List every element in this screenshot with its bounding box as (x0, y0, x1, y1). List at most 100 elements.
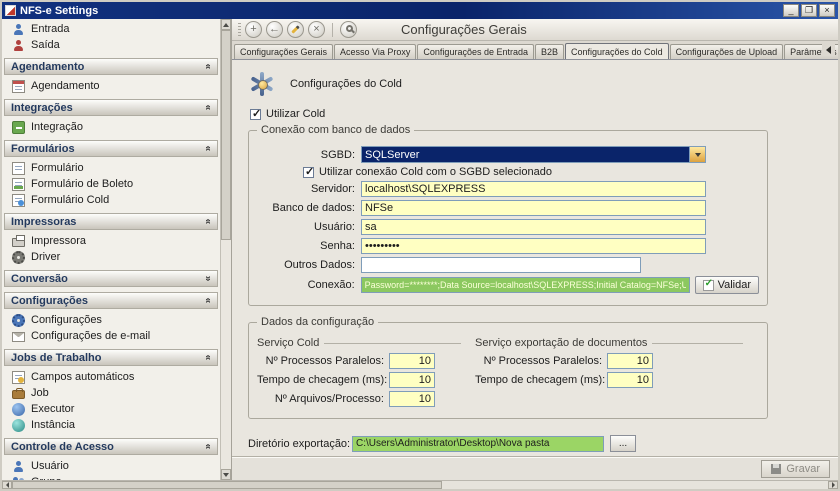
connection-group: Conexão com banco de dados SGBD: SQLServ… (248, 130, 768, 306)
edit-pencil-icon (291, 25, 299, 33)
outros-dados-input[interactable] (361, 257, 641, 273)
cancel-button[interactable]: × (308, 21, 325, 38)
scrollbar-track[interactable] (221, 30, 231, 469)
sidebar-item-configuracoes[interactable]: Configurações (2, 312, 220, 328)
cold-sgbd-checkbox-label: Utilizar conexão Cold com o SGBD selecio… (319, 166, 552, 178)
sidebar-item-saida[interactable]: Saída (2, 37, 220, 53)
cold-processos-label: Nº Processos Paralelos: (257, 355, 389, 367)
sidebar-section-agendamento[interactable]: Agendamento (4, 58, 218, 75)
add-button[interactable]: + (245, 21, 262, 38)
servidor-input[interactable] (361, 181, 706, 197)
sidebar-section-impressoras[interactable]: Impressoras (4, 213, 218, 230)
sidebar-item-driver[interactable]: Driver (2, 249, 220, 265)
utilizar-cold-checkbox[interactable] (250, 109, 261, 120)
senha-input[interactable] (361, 238, 706, 254)
tab-configuracoes-upload[interactable]: Configurações de Upload (670, 44, 784, 59)
config-data-group: Dados da configuração Serviço Cold Nº Pr… (248, 322, 768, 419)
hscrollbar-thumb[interactable] (12, 481, 442, 489)
tab-acesso-via-proxy[interactable]: Acesso Via Proxy (334, 44, 416, 59)
sidebar-item-executor[interactable]: Executor (2, 401, 220, 417)
chevron-up-icon (203, 444, 214, 450)
browse-button[interactable]: ... (610, 435, 636, 452)
tab-scroll-left-icon[interactable] (822, 44, 835, 56)
tab-configuracoes-gerais[interactable]: Configurações Gerais (234, 44, 333, 59)
sidebar-item-campos-automaticos[interactable]: Campos automáticos (2, 369, 220, 385)
sidebar-scrollbar[interactable] (220, 19, 231, 480)
chevron-up-icon (203, 219, 214, 225)
sidebar-item-configuracoes-email[interactable]: Configurações de e-mail (2, 328, 220, 344)
scroll-left-icon[interactable] (2, 481, 12, 489)
sidebar-item-usuario[interactable]: Usuário (2, 458, 220, 474)
back-button[interactable]: ← (266, 21, 283, 38)
section-title: Conversão (11, 273, 68, 285)
diretorio-input[interactable] (352, 436, 604, 452)
toolbar-grip[interactable] (238, 23, 241, 37)
scroll-up-icon[interactable] (221, 19, 231, 30)
sidebar-item-integracao[interactable]: Integração (2, 119, 220, 135)
sidebar-item-entrada[interactable]: Entrada (2, 21, 220, 37)
scrollbar-thumb[interactable] (221, 30, 231, 240)
section-title: Formulários (11, 143, 75, 155)
edit-button[interactable] (287, 21, 304, 38)
sgbd-combobox[interactable]: SQLServer (361, 146, 706, 163)
section-title: Impressoras (11, 216, 76, 228)
window-title: NFS-e Settings (20, 5, 783, 17)
executor-icon (12, 403, 25, 416)
titlebar[interactable]: NFS-e Settings _ ❐ × (2, 2, 838, 19)
sidebar-section-formularios[interactable]: Formulários (4, 140, 218, 157)
combo-dropdown-icon[interactable] (689, 147, 705, 162)
banco-dados-input[interactable] (361, 200, 706, 216)
sidebar-item-formulario[interactable]: Formulário (2, 160, 220, 176)
sidebar-section-jobs[interactable]: Jobs de Trabalho (4, 349, 218, 366)
export-tempo-input[interactable] (607, 372, 653, 388)
servidor-label: Servidor: (257, 183, 361, 195)
sgbd-selected-value: SQLServer (362, 147, 689, 162)
sidebar-section-integracoes[interactable]: Integrações (4, 99, 218, 116)
sidebar-item-label: Impressora (31, 235, 86, 247)
tab-b2b[interactable]: B2B (535, 44, 564, 59)
sidebar-item-instancia[interactable]: Instância (2, 417, 220, 433)
sidebar-section-conversao[interactable]: Conversão (4, 270, 218, 287)
cold-sgbd-checkbox[interactable] (303, 167, 314, 178)
horizontal-scrollbar[interactable] (2, 480, 838, 489)
utilizar-cold-label: Utilizar Cold (266, 108, 325, 120)
minimize-button[interactable]: _ (783, 4, 799, 17)
sidebar-section-configuracoes[interactable]: Configurações (4, 292, 218, 309)
app-window: NFS-e Settings _ ❐ × Entrada Saída Agend… (0, 0, 840, 491)
sidebar: Entrada Saída Agendamento Agendamento In… (2, 19, 232, 480)
servico-export-title: Serviço exportação de documentos (475, 337, 647, 349)
form-icon (12, 162, 25, 175)
sidebar-item-label: Configurações de e-mail (31, 330, 150, 342)
close-button[interactable]: × (819, 4, 835, 17)
usuario-input[interactable] (361, 219, 706, 235)
cold-processos-input[interactable] (389, 353, 435, 369)
chevron-up-icon (203, 146, 214, 152)
conexao-label: Conexão: (257, 279, 361, 291)
search-button[interactable] (340, 21, 357, 38)
sgbd-label: SGBD: (257, 149, 361, 161)
sidebar-item-agendamento[interactable]: Agendamento (2, 78, 220, 94)
sidebar-section-controle-acesso[interactable]: Controle de Acesso (4, 438, 218, 455)
tab-configuracoes-cold[interactable]: Configurações do Cold (565, 43, 669, 59)
sidebar-item-formulario-cold[interactable]: Formulário Cold (2, 192, 220, 208)
sidebar-item-job[interactable]: Job (2, 385, 220, 401)
validar-button[interactable]: Validar (695, 276, 759, 294)
section-title: Configurações (11, 295, 88, 307)
chevron-up-icon (203, 105, 214, 111)
section-title: Agendamento (11, 61, 84, 73)
sidebar-item-formulario-boleto[interactable]: Formulário de Boleto (2, 176, 220, 192)
tab-configuracoes-entrada[interactable]: Configurações de Entrada (417, 44, 534, 59)
scroll-right-icon[interactable] (828, 481, 838, 489)
maximize-button[interactable]: ❐ (801, 4, 817, 17)
scroll-down-icon[interactable] (221, 469, 231, 480)
user-icon (12, 460, 25, 473)
sidebar-item-impressora[interactable]: Impressora (2, 233, 220, 249)
cold-tempo-input[interactable] (389, 372, 435, 388)
cold-arquivos-input[interactable] (389, 391, 435, 407)
export-processos-input[interactable] (607, 353, 653, 369)
group-icon (12, 476, 25, 481)
conexao-input[interactable] (361, 277, 690, 293)
hscrollbar-track[interactable] (12, 481, 828, 489)
outros-dados-label: Outros Dados: (257, 259, 361, 271)
gravar-button[interactable]: Gravar (761, 460, 830, 478)
